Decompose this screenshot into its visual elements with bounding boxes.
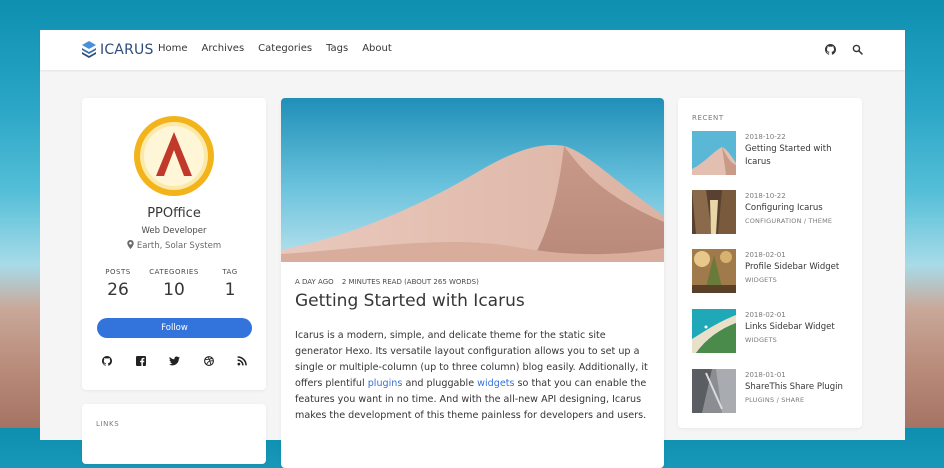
recent-item[interactable]: 2018-10-22 Getting Started with Icarus <box>692 131 854 175</box>
recent-text: 2018-10-22 Getting Started with Icarus <box>745 133 857 169</box>
recent-text: 2018-01-01 ShareThis Share Plugin PLUGIN… <box>745 371 857 404</box>
recent-title[interactable]: ShareThis Share Plugin <box>745 381 857 394</box>
stat-categories-value: 10 <box>163 280 185 300</box>
post-read-time: 2 MINUTES READ (ABOUT 265 WORDS) <box>341 278 479 286</box>
links-widget: LINKS <box>82 404 266 464</box>
links-label: LINKS <box>96 420 120 428</box>
profile-card: PPOffice Web Developer Earth, Solar Syst… <box>82 98 266 390</box>
search-icon[interactable] <box>852 44 863 55</box>
twitter-icon[interactable] <box>169 356 180 366</box>
avatar <box>134 116 214 196</box>
recent-thumbnail[interactable] <box>692 131 736 175</box>
logo-icon <box>82 41 96 58</box>
post-thumbnail[interactable] <box>281 98 664 262</box>
post-meta: A DAY AGO 2 MINUTES READ (ABOUT 265 WORD… <box>295 278 479 286</box>
stat-posts-value: 26 <box>107 280 129 300</box>
stat-posts[interactable]: POSTS 26 <box>88 268 148 300</box>
recent-date: 2018-10-22 <box>745 133 786 141</box>
logo[interactable]: ICARUS <box>82 41 154 58</box>
author-name: PPOffice <box>147 206 201 221</box>
nav-item-categories[interactable]: Categories <box>258 43 312 54</box>
post-title[interactable]: Getting Started with Icarus <box>295 291 525 311</box>
navbar: ICARUS Home Archives Categories Tags Abo… <box>40 30 905 70</box>
recent-widget: RECENT 2018-10-22 Getting Started with I… <box>678 98 862 428</box>
github-icon[interactable] <box>825 44 836 55</box>
recent-thumbnail[interactable] <box>692 369 736 413</box>
recent-title[interactable]: Getting Started with Icarus <box>745 143 857 169</box>
follow-button[interactable]: Follow <box>97 318 252 338</box>
recent-thumbnail[interactable] <box>692 249 736 293</box>
author-location: Earth, Solar System <box>82 240 266 251</box>
nav-item-home[interactable]: Home <box>158 43 188 54</box>
recent-text: 2018-02-01 Profile Sidebar Widget WIDGET… <box>745 251 857 284</box>
page: ICARUS Home Archives Categories Tags Abo… <box>40 30 905 468</box>
nav-links: Home Archives Categories Tags About <box>158 43 392 54</box>
stat-tags-label: TAG <box>222 268 238 276</box>
recent-text: 2018-02-01 Links Sidebar Widget WIDGETS <box>745 311 857 344</box>
recent-item[interactable]: 2018-10-22 Configuring Icarus CONFIGURAT… <box>692 190 854 234</box>
recent-date: 2018-02-01 <box>745 311 786 319</box>
post-date: A DAY AGO <box>295 278 334 286</box>
plugins-link[interactable]: plugins <box>368 378 403 389</box>
map-marker-icon <box>127 240 134 249</box>
stat-posts-label: POSTS <box>105 268 131 276</box>
post-excerpt: Icarus is a modern, simple, and delicate… <box>295 328 655 424</box>
recent-date: 2018-10-22 <box>745 192 786 200</box>
recent-date: 2018-02-01 <box>745 251 786 259</box>
recent-item[interactable]: 2018-01-01 ShareThis Share Plugin PLUGIN… <box>692 369 854 413</box>
author-title: Web Developer <box>141 226 207 236</box>
github-icon[interactable] <box>102 356 112 366</box>
logo-text: ICARUS <box>100 41 154 58</box>
facebook-icon[interactable] <box>135 356 146 366</box>
recent-date: 2018-01-01 <box>745 371 786 379</box>
stat-tags[interactable]: TAG 1 <box>200 268 260 300</box>
nav-item-archives[interactable]: Archives <box>202 43 245 54</box>
recent-label: RECENT <box>692 114 724 122</box>
stat-categories[interactable]: CATEGORIES 10 <box>144 268 204 300</box>
rss-icon[interactable] <box>237 356 247 366</box>
recent-category[interactable]: CONFIGURATION / THEME <box>745 217 857 225</box>
recent-title[interactable]: Configuring Icarus <box>745 202 857 215</box>
recent-thumbnail[interactable] <box>692 309 736 353</box>
recent-category[interactable]: WIDGETS <box>745 336 857 344</box>
recent-title[interactable]: Links Sidebar Widget <box>745 321 857 334</box>
recent-text: 2018-10-22 Configuring Icarus CONFIGURAT… <box>745 192 857 225</box>
recent-item[interactable]: 2018-02-01 Links Sidebar Widget WIDGETS <box>692 309 854 353</box>
dribbble-icon[interactable] <box>203 356 214 366</box>
social-links <box>102 356 247 366</box>
recent-thumbnail[interactable] <box>692 190 736 234</box>
stat-tags-value: 1 <box>224 280 236 300</box>
post-card: A DAY AGO 2 MINUTES READ (ABOUT 265 WORD… <box>281 98 664 468</box>
recent-category[interactable]: WIDGETS <box>745 276 857 284</box>
widgets-link[interactable]: widgets <box>477 378 514 389</box>
nav-item-tags[interactable]: Tags <box>326 43 348 54</box>
recent-category[interactable]: PLUGINS / SHARE <box>745 396 857 404</box>
nav-icons <box>825 44 863 55</box>
recent-item[interactable]: 2018-02-01 Profile Sidebar Widget WIDGET… <box>692 249 854 293</box>
nav-item-about[interactable]: About <box>362 43 392 54</box>
recent-title[interactable]: Profile Sidebar Widget <box>745 261 857 274</box>
post-body-text: and pluggable <box>402 378 478 389</box>
stat-categories-label: CATEGORIES <box>149 268 199 276</box>
location-text: Earth, Solar System <box>136 241 222 251</box>
